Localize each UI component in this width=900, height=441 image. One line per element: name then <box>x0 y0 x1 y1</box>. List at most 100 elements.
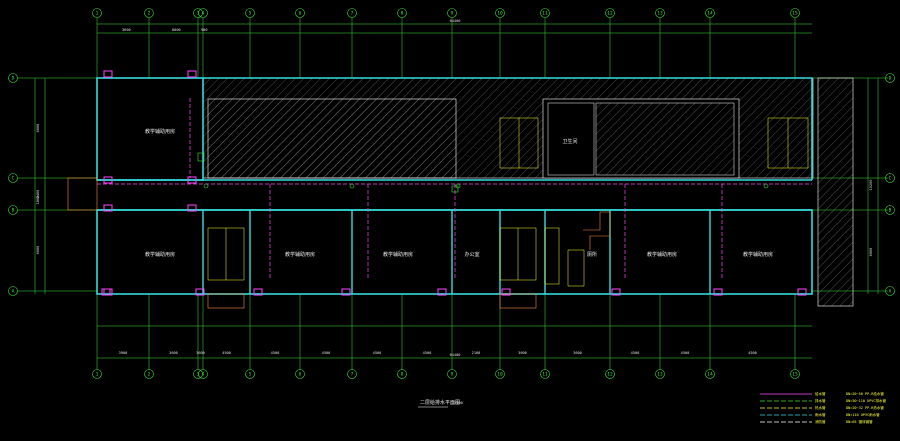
svg-text:D: D <box>12 76 15 82</box>
bottom-dim: 3600 <box>169 351 178 355</box>
svg-text:1: 1 <box>96 11 99 17</box>
left-dim: 1800 <box>36 196 40 205</box>
axis-bubble-top: 7 <box>347 8 357 18</box>
bottom-dim: 2100 <box>472 351 481 355</box>
axis-bubble-top: 7 <box>347 369 357 379</box>
svg-text:教学辅助用房: 教学辅助用房 <box>285 251 315 258</box>
legend-desc: DN=110 UPVC雨水管 <box>846 412 880 417</box>
svg-text:6: 6 <box>299 11 302 17</box>
svg-text:14: 14 <box>707 372 713 378</box>
svg-text:10: 10 <box>497 11 503 17</box>
axis-bubble-top: 2 <box>144 8 154 18</box>
svg-text:12: 12 <box>607 11 613 17</box>
left-dim-texts: 6000240018006000 <box>36 124 40 255</box>
svg-text:11: 11 <box>542 11 548 17</box>
svg-text:9: 9 <box>451 11 454 17</box>
axis-bubble-top: 10 <box>495 8 505 18</box>
axis-bubbles: 1122334455667788991010111112121313141415… <box>8 8 895 379</box>
svg-text:15: 15 <box>792 372 798 378</box>
svg-text:10: 10 <box>497 372 503 378</box>
legend-name: 热水管 <box>815 405 826 410</box>
bottom-dim: 4500 <box>222 351 231 355</box>
legend-desc: DN=20~32 PP-R热水管 <box>846 405 884 410</box>
axis-bubble-top: 11 <box>540 369 550 379</box>
axis-bubble-top: 1 <box>92 8 102 18</box>
svg-text:1:100: 1:100 <box>452 401 463 405</box>
legend-desc: DN=65 镀锌钢管 <box>846 419 873 424</box>
svg-text:教学辅助用房: 教学辅助用房 <box>383 251 413 258</box>
svg-text:12: 12 <box>607 372 613 378</box>
svg-text:厕所: 厕所 <box>587 251 597 258</box>
svg-text:4: 4 <box>202 11 205 17</box>
top-total-dimension: 64400 <box>450 19 461 23</box>
legend-name: 雨水管 <box>815 412 826 417</box>
svg-text:9: 9 <box>451 372 454 378</box>
bottom-dim-texts: 3900 3600 3600 4500 4500 4500 4500 4500 2100 3600… <box>119 351 757 355</box>
svg-text:B: B <box>889 208 892 214</box>
axis-bubble-top: 4 <box>198 369 208 379</box>
axis-bubble-top: 6 <box>295 369 305 379</box>
svg-text:7: 7 <box>351 11 354 17</box>
right-hatched-column <box>817 77 854 307</box>
svg-text:教学辅助用房: 教学辅助用房 <box>145 251 175 258</box>
bottom-dim: 3900 <box>119 351 128 355</box>
axis-bubble-top: 8 <box>397 369 407 379</box>
svg-text:D: D <box>889 76 892 82</box>
svg-text:8: 8 <box>401 11 404 17</box>
bottom-dim: 3600 <box>196 351 205 355</box>
svg-text:15: 15 <box>792 11 798 17</box>
axis-bubble-top: 14 <box>705 369 715 379</box>
bottom-dim: 3600 <box>518 351 527 355</box>
svg-text:C: C <box>889 176 892 182</box>
axis-bubble-top: 1 <box>92 369 102 379</box>
axis-bubble-top: 5 <box>245 369 255 379</box>
bottom-dim: 4500 <box>271 351 280 355</box>
svg-text:教学辅助用房: 教学辅助用房 <box>743 251 773 258</box>
axis-bubble-top: 12 <box>605 369 615 379</box>
top-dimension-lines <box>34 23 879 359</box>
svg-text:7: 7 <box>351 372 354 378</box>
legend-desc: DN=20~50 PP-R给水管 <box>846 391 884 396</box>
bottom-dim: 3600 <box>573 351 582 355</box>
axis-bubble-top: 5 <box>245 8 255 18</box>
svg-text:8000: 8000 <box>172 28 181 32</box>
bottom-dim: 4500 <box>631 351 640 355</box>
left-dim: 6000 <box>36 246 40 255</box>
entrance-outlines <box>67 177 611 309</box>
svg-text:1: 1 <box>96 372 99 378</box>
axis-bubble-top: 15 <box>790 8 800 18</box>
bottom-dim: 4500 <box>423 351 432 355</box>
svg-text:6: 6 <box>299 372 302 378</box>
svg-text:2: 2 <box>148 372 151 378</box>
svg-text:6000: 6000 <box>869 248 873 257</box>
pipe-legend: 给水管 DN=20~50 PP-R给水管排水管 DN=50~110 UPVC排水管热… <box>760 391 887 424</box>
svg-text:C: C <box>12 176 15 182</box>
svg-text:900: 900 <box>201 28 208 32</box>
bottom-dim: 4500 <box>322 351 331 355</box>
axis-bubble-side: D <box>8 73 18 83</box>
svg-text:2: 2 <box>148 11 151 17</box>
toilet-label: 卫生间 <box>562 138 577 145</box>
top-dim-texts: 3600 8000 900 <box>122 28 208 32</box>
svg-text:5: 5 <box>249 11 252 17</box>
cad-drawing: 64400 64400 3600 8000 900 3900 3600 3600 45… <box>8 8 895 424</box>
left-dim: 6000 <box>36 124 40 133</box>
axis-bubble-top: 2 <box>144 369 154 379</box>
right-dim-texts: 15200 6000 <box>869 180 873 257</box>
axis-bubble-top: 9 <box>447 8 457 18</box>
room-partitions <box>202 210 711 294</box>
axis-bubble-side: A <box>8 286 18 296</box>
axis-bubble-top: 13 <box>655 369 665 379</box>
axis-bubble-top: 6 <box>295 8 305 18</box>
axis-bubble-side: B <box>8 205 18 215</box>
svg-text:B: B <box>12 208 15 214</box>
bottom-dim: 4500 <box>681 351 690 355</box>
axis-bubble-side: C <box>8 173 18 183</box>
legend-name: 给水管 <box>815 391 826 396</box>
bottom-dim: 4500 <box>373 351 382 355</box>
bottom-total-dimension: 64400 <box>450 353 461 357</box>
axis-bubble-top: 8 <box>397 8 407 18</box>
axis-bubble-top: 9 <box>447 369 457 379</box>
axis-bubble-top: 15 <box>790 369 800 379</box>
axis-lines <box>18 18 888 370</box>
